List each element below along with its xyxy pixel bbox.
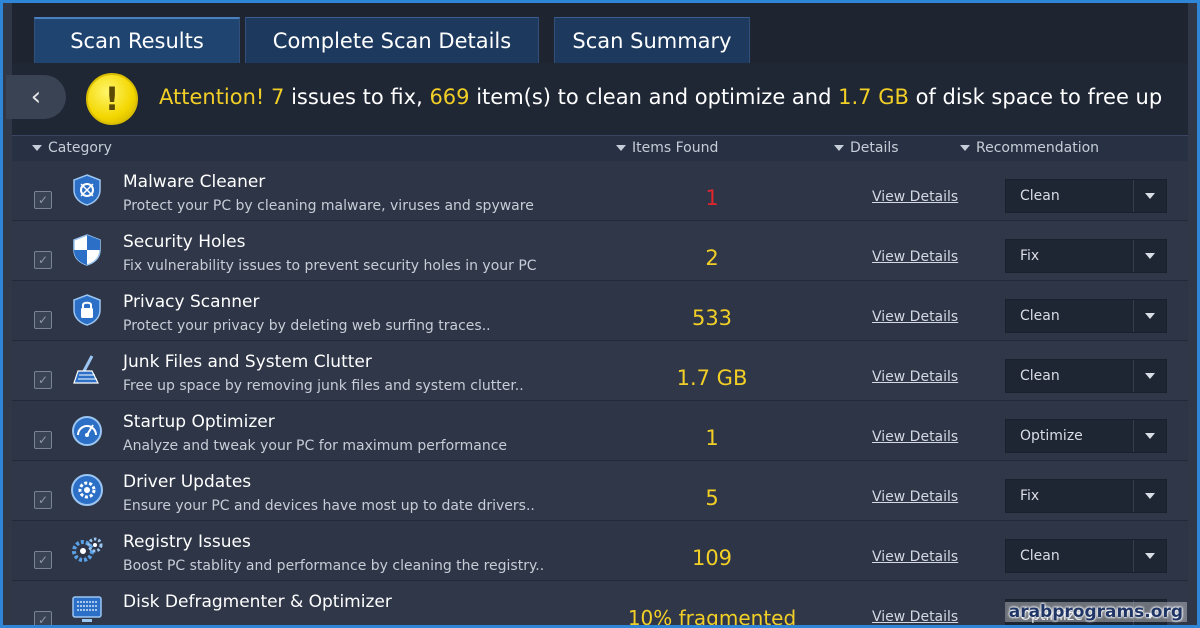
row-title: Disk Defragmenter & Optimizer [123, 592, 392, 612]
app-window: Scan Results Complete Scan Details Scan … [0, 0, 1200, 628]
chevron-down-icon [1133, 360, 1166, 392]
view-details-link[interactable]: View Details [872, 489, 958, 505]
row-checkbox[interactable]: ✓ [34, 611, 52, 625]
chevron-down-icon [1133, 180, 1166, 212]
chevron-down-icon [1133, 540, 1166, 572]
table-row: ✓ Malware Cleaner Protect your PC by cle… [12, 161, 1188, 221]
sort-down-icon [32, 145, 42, 151]
registry-gears-icon [72, 537, 103, 562]
row-description: Protect your privacy by deleting web sur… [123, 318, 491, 334]
row-count: 533 [691, 306, 733, 330]
column-category[interactable]: Category [32, 140, 112, 156]
privacy-lock-icon [73, 294, 101, 326]
table-row: ✓ Registry Issues Boost PC stablity and … [12, 521, 1188, 581]
view-details-link[interactable]: View Details [872, 189, 958, 205]
row-checkbox[interactable]: ✓ [34, 491, 52, 509]
attention-banner: ‹ ! Attention! 7 issues to fix, 669 item… [6, 63, 1188, 135]
table-row: ✓ Driver Updates Ensure your PC and devi… [12, 461, 1188, 521]
recommendation-select[interactable]: Optimize [1005, 419, 1167, 453]
chevron-down-icon [1133, 240, 1166, 272]
view-details-link[interactable]: View Details [872, 429, 958, 445]
view-details-link[interactable]: View Details [872, 609, 958, 625]
table-row: ✓ Junk Files and System Clutter Free up … [12, 341, 1188, 401]
row-title: Privacy Scanner [123, 292, 260, 312]
sort-down-icon [960, 145, 970, 151]
row-title: Registry Issues [123, 532, 251, 552]
space-text: of disk space to free up [915, 85, 1163, 109]
table-row: ✓ Security Holes Fix vulnerability issue… [12, 221, 1188, 281]
row-count: 1 [705, 426, 719, 450]
row-count: 1 [705, 186, 719, 210]
disk-monitor-icon [72, 596, 102, 622]
speedometer-icon [72, 416, 102, 446]
row-title: Driver Updates [123, 472, 252, 492]
attention-message: Attention! 7 issues to fix, 669 item(s) … [159, 85, 1162, 109]
row-checkbox[interactable]: ✓ [34, 551, 52, 569]
view-details-link[interactable]: View Details [872, 369, 958, 385]
sort-down-icon [834, 145, 844, 151]
recommendation-select[interactable]: Clean [1005, 179, 1167, 213]
column-details[interactable]: Details [834, 140, 899, 156]
chevron-down-icon [1133, 300, 1166, 332]
view-details-link[interactable]: View Details [872, 309, 958, 325]
row-checkbox[interactable]: ✓ [34, 431, 52, 449]
recommendation-select[interactable]: Clean [1005, 539, 1167, 573]
recommendation-select[interactable]: Fix [1005, 239, 1167, 273]
attention-prefix: Attention! [159, 85, 265, 109]
security-shield-icon [73, 234, 101, 266]
table-row: ✓ Privacy Scanner Protect your privacy b… [12, 281, 1188, 341]
column-items-found[interactable]: Items Found [616, 140, 718, 156]
items-text: item(s) to clean and optimize and [476, 85, 832, 109]
back-button[interactable]: ‹ [6, 75, 66, 119]
row-count: 109 [691, 546, 733, 570]
driver-gear-icon [71, 474, 103, 506]
view-details-link[interactable]: View Details [872, 249, 958, 265]
row-title: Malware Cleaner [123, 172, 266, 192]
row-description: Protect your PC by cleaning malware, vir… [123, 198, 534, 214]
tab-scan-summary[interactable]: Scan Summary [554, 17, 750, 63]
issues-count: 7 [271, 85, 285, 109]
row-description: Ensure your PC and devices have most up … [123, 498, 535, 514]
row-description: Fix vulnerability issues to prevent secu… [123, 258, 537, 274]
row-checkbox[interactable]: ✓ [34, 371, 52, 389]
row-count: 5 [705, 486, 719, 510]
table-row: ✓ Startup Optimizer Analyze and tweak yo… [12, 401, 1188, 461]
scan-results-panel: ‹ ! Attention! 7 issues to fix, 669 item… [6, 63, 1188, 628]
tab-scan-results[interactable]: Scan Results [34, 17, 240, 63]
tab-complete-scan-details[interactable]: Complete Scan Details [245, 17, 539, 63]
row-checkbox[interactable]: ✓ [34, 311, 52, 329]
recommendation-select[interactable]: Clean [1005, 299, 1167, 333]
row-count: 1.7 GB [676, 366, 748, 390]
malware-shield-icon [73, 174, 101, 206]
chevron-down-icon [1133, 480, 1166, 512]
row-description: Analyze and tweak your PC for maximum pe… [123, 438, 508, 454]
chevron-left-icon: ‹ [30, 82, 42, 112]
column-recommendation[interactable]: Recommendation [960, 140, 1099, 156]
space-value: 1.7 GB [838, 85, 909, 109]
column-headers: Category Items Found Details Recommendat… [12, 135, 1188, 162]
row-description: Free up space by removing junk files and… [123, 378, 524, 394]
broom-icon [73, 355, 99, 384]
sort-down-icon [616, 145, 626, 151]
row-count: 10% fragmented [627, 606, 797, 628]
row-title: Startup Optimizer [123, 412, 275, 432]
row-count: 2 [705, 246, 719, 270]
recommendation-select[interactable]: Fix [1005, 479, 1167, 513]
issues-text: issues to fix, [291, 85, 423, 109]
view-details-link[interactable]: View Details [872, 549, 958, 565]
watermark: arabprograms.org [1004, 602, 1187, 622]
tab-bar: Scan Results Complete Scan Details Scan … [12, 3, 1188, 63]
row-description: Boost PC stablity and performance by cle… [123, 558, 545, 574]
items-count: 669 [429, 85, 470, 109]
row-checkbox[interactable]: ✓ [34, 251, 52, 269]
recommendation-select[interactable]: Clean [1005, 359, 1167, 393]
row-title: Junk Files and System Clutter [123, 352, 372, 372]
row-title: Security Holes [123, 232, 246, 252]
warning-icon: ! [86, 73, 138, 125]
row-checkbox[interactable]: ✓ [34, 191, 52, 209]
chevron-down-icon [1133, 420, 1166, 452]
